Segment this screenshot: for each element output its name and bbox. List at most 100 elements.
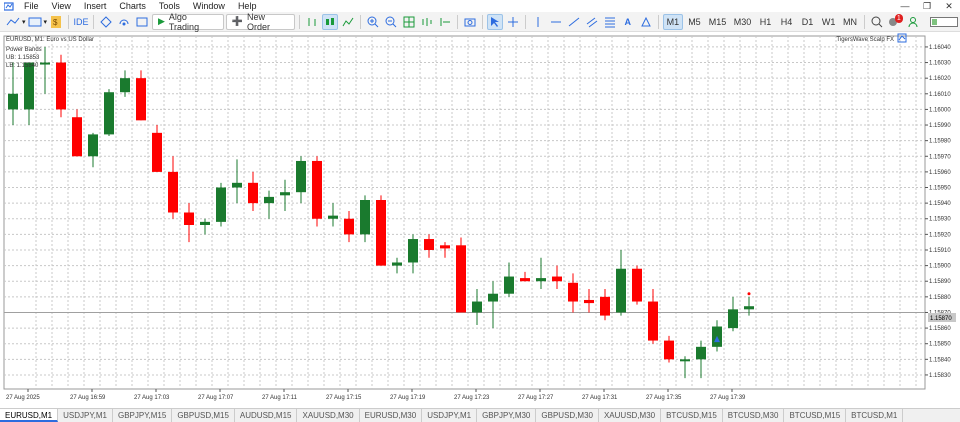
timeframe-mn[interactable]: MN — [840, 14, 860, 30]
templates-icon[interactable] — [27, 14, 43, 30]
bear-candle — [152, 125, 162, 172]
chart-tab[interactable]: EURUSD,M1 — [0, 409, 59, 422]
bar-chart-icon[interactable] — [304, 14, 320, 30]
timeframe-h4[interactable]: H4 — [777, 14, 796, 30]
bull-candle — [472, 289, 482, 325]
candle-body — [216, 187, 226, 222]
strategy-tester-icon[interactable] — [98, 14, 114, 30]
close-icon[interactable]: ✕ — [938, 0, 960, 12]
chart-tab[interactable]: AUDUSD,M15 — [235, 409, 298, 422]
ide-button[interactable]: IDE — [73, 14, 89, 30]
horizontal-line-icon[interactable] — [548, 14, 564, 30]
candle-body — [296, 160, 306, 193]
price-label: 1.15920 — [929, 232, 951, 238]
candle-body — [600, 296, 610, 316]
notifications-icon[interactable]: 1 — [887, 13, 903, 30]
cursor-icon[interactable] — [486, 13, 503, 30]
restore-icon[interactable]: ❐ — [916, 0, 938, 12]
candle-body — [328, 215, 338, 219]
chevron-down-icon[interactable]: ▾ — [22, 18, 26, 26]
vps-icon[interactable] — [134, 14, 150, 30]
timeframe-m30[interactable]: M30 — [731, 14, 754, 30]
bull-candle — [360, 195, 370, 243]
candle-body — [152, 132, 162, 172]
chart-tab[interactable]: XAUUSD,M30 — [297, 409, 360, 422]
signals-icon[interactable] — [116, 14, 132, 30]
candlestick-icon[interactable] — [321, 13, 338, 30]
chart-shift-icon[interactable] — [437, 14, 453, 30]
fibonacci-icon[interactable] — [602, 14, 618, 30]
timeframe-h1[interactable]: H1 — [756, 14, 775, 30]
menu-tools[interactable]: Tools — [155, 0, 189, 12]
candle-body — [632, 268, 642, 302]
menu-file[interactable]: File — [20, 0, 48, 12]
auto-scroll-icon[interactable] — [419, 14, 435, 30]
timeframe-m15[interactable]: M15 — [706, 14, 729, 30]
menu-charts[interactable]: Charts — [115, 0, 155, 12]
grid-icon[interactable] — [401, 14, 417, 30]
chart-tab[interactable]: EURUSD,M30 — [360, 409, 423, 422]
ea-name: TigersWave Scalp FX — [836, 37, 894, 43]
vertical-line-icon[interactable] — [530, 14, 546, 30]
candle-body — [40, 62, 50, 65]
chart-tab[interactable]: BTCUSD,M15 — [661, 409, 723, 422]
time-label: 27 Aug 17:31 — [582, 395, 618, 401]
timeframe-m5[interactable]: M5 — [685, 14, 704, 30]
price-chart[interactable]: 1.16040 1.16030 1.16020 1.16010 1.16000 1.159… — [0, 32, 960, 408]
candle-body — [728, 309, 738, 329]
chart-tab[interactable]: GBPUSD,M15 — [172, 409, 235, 422]
chart-tab[interactable]: USDJPY,M1 — [422, 409, 478, 422]
chart-tab[interactable]: BTCUSD,M15 — [784, 409, 847, 422]
time-label: 27 Aug 17:27 — [518, 395, 554, 401]
chart-tab[interactable]: BTCUSD,M1 — [846, 409, 904, 422]
menu-view[interactable]: View — [48, 0, 80, 12]
candle-body — [248, 182, 258, 204]
ea-status-icon[interactable] — [897, 33, 907, 43]
chart-tab[interactable]: XAUUSD,M30 — [599, 409, 662, 422]
chart-tab[interactable]: USDJPY,M1 — [58, 409, 113, 422]
timeframe-d1[interactable]: D1 — [798, 14, 817, 30]
bear-candle — [312, 156, 322, 227]
bull-candle — [24, 62, 34, 126]
menu-help[interactable]: Help — [234, 0, 266, 12]
candle-body — [648, 301, 658, 341]
new-order-button[interactable]: ➕ New Order — [225, 12, 295, 32]
line-chart-icon[interactable] — [340, 14, 356, 30]
bull-candle — [392, 257, 402, 274]
bull-candle — [88, 132, 98, 168]
timeframe-w1[interactable]: W1 — [819, 14, 838, 30]
shapes-icon[interactable] — [638, 14, 654, 30]
chart-tab[interactable]: GBPJPY,M15 — [113, 409, 173, 422]
timeframe-m1[interactable]: M1 — [662, 13, 683, 30]
algo-trading-button[interactable]: ▶ Algo Trading — [151, 12, 224, 32]
chart-canvas[interactable]: 1.16040 1.16030 1.16020 1.16010 1.16000 1.159… — [0, 32, 960, 408]
menu-window[interactable]: Window — [189, 0, 234, 12]
trendline-icon[interactable] — [566, 14, 582, 30]
chart-tab[interactable]: BTCUSD,M30 — [723, 409, 785, 422]
bear-candle — [56, 54, 66, 118]
menu-insert[interactable]: Insert — [80, 0, 116, 12]
market-watch-icon[interactable]: $ — [48, 14, 64, 30]
chart-tab[interactable]: GBPUSD,M30 — [536, 409, 599, 422]
chevron-down-icon[interactable]: ▾ — [44, 18, 48, 26]
zoom-in-icon[interactable] — [365, 14, 381, 30]
search-icon[interactable] — [869, 14, 885, 30]
price-label: 1.15890 — [929, 279, 951, 285]
text-tool-icon[interactable]: A — [620, 14, 636, 30]
candle-body — [504, 276, 514, 294]
candle-body — [376, 200, 386, 266]
bear-candle — [424, 234, 434, 258]
account-icon[interactable] — [905, 14, 921, 30]
equidistant-channel-icon[interactable] — [584, 14, 600, 30]
app-logo-icon — [2, 1, 16, 11]
bear-candle — [456, 237, 466, 313]
chart-tab[interactable]: GBPJPY,M30 — [477, 409, 537, 422]
crosshair-icon[interactable] — [505, 14, 521, 30]
bull-candle — [280, 179, 290, 211]
chart-type-icon[interactable] — [5, 14, 21, 30]
price-label: 1.15860 — [929, 326, 951, 332]
zoom-out-icon[interactable] — [383, 14, 399, 30]
screenshot-icon[interactable] — [462, 14, 478, 30]
minimize-icon[interactable]: — — [894, 0, 916, 12]
bull-candle — [328, 203, 338, 227]
